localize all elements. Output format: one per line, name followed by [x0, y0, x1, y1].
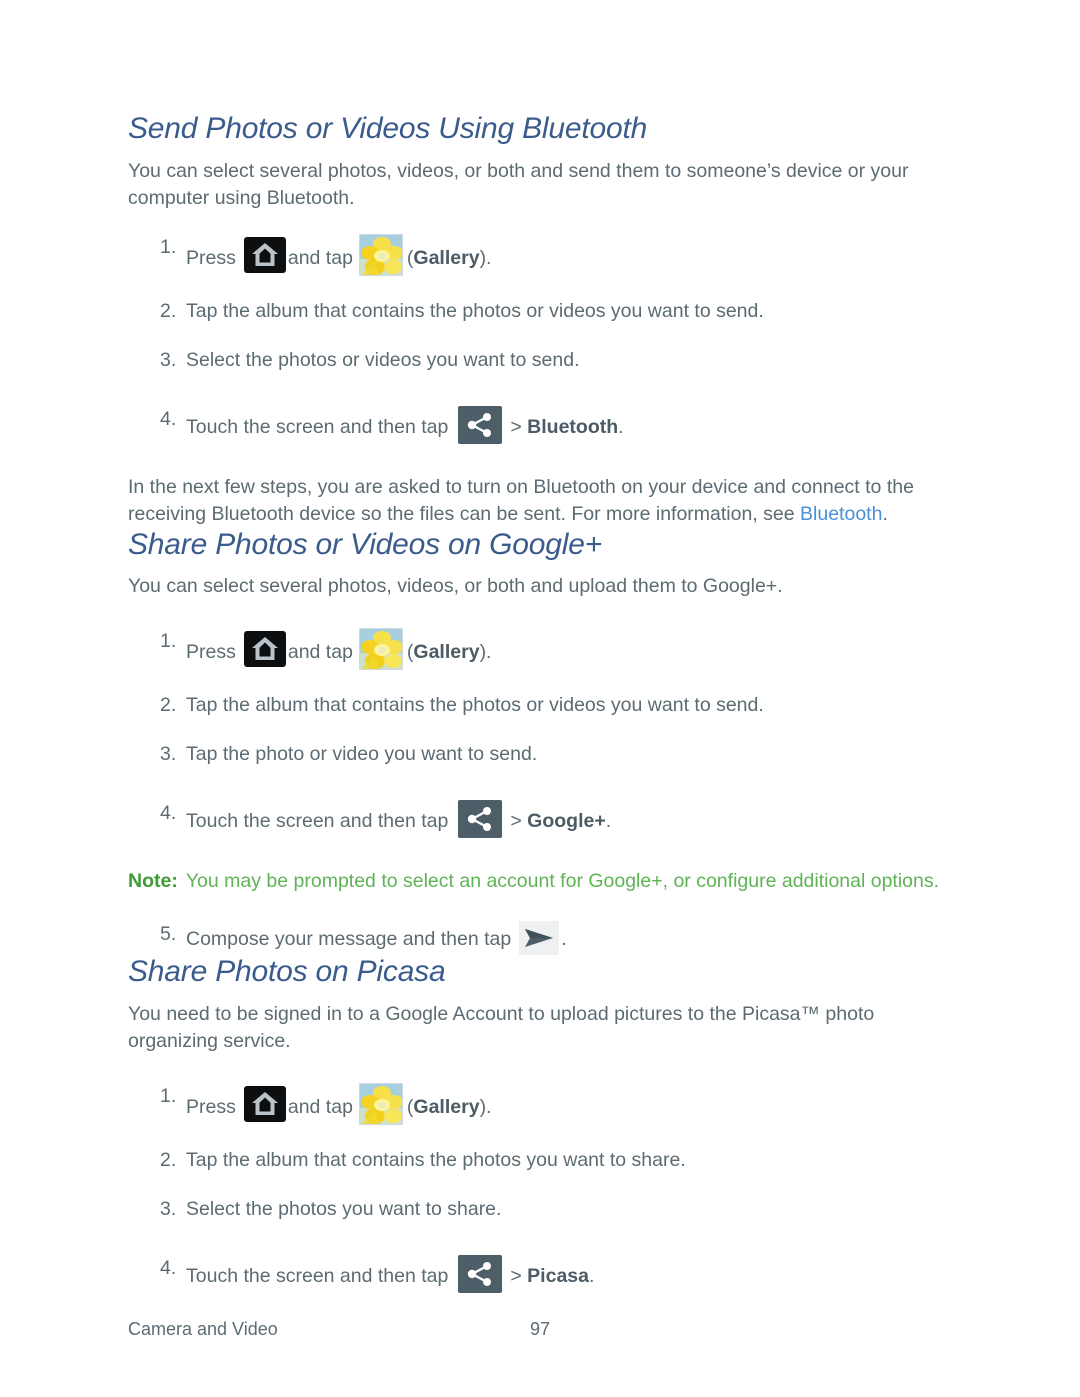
share-icon[interactable] — [458, 800, 503, 839]
list-item: 1. Press and tap (Gallery). — [128, 233, 952, 276]
step-text: Tap the album that contains the photos y… — [186, 1148, 686, 1171]
step-text: Tap the album that contains the photos o… — [186, 299, 764, 322]
step-text-post: . — [561, 928, 567, 951]
step-text: Touch the screen and then tap > Picasa. — [186, 1254, 595, 1293]
step-text-post: > Google+. — [510, 810, 612, 833]
section-after-text-bluetooth: In the next few steps, you are asked to … — [128, 474, 918, 528]
step-text: Select the photos you want to share. — [186, 1197, 502, 1220]
step-text-post: (Gallery). — [406, 641, 492, 664]
step-number: 2. — [160, 694, 177, 717]
step-number: 4. — [160, 802, 177, 825]
step-text-post: > Picasa. — [510, 1264, 595, 1287]
step-text-pre: Touch the screen and then tap — [186, 810, 449, 833]
section-intro-bluetooth: You can select several photos, videos, o… — [128, 159, 909, 209]
step-text-pre: Touch the screen and then tap — [186, 1264, 449, 1287]
step-number: 5. — [160, 923, 177, 946]
step-text: Press and tap (Gallery). — [186, 233, 492, 276]
note-label: Note: — [128, 870, 178, 893]
document-page: Send Photos or Videos Using Bluetooth Yo… — [0, 0, 1080, 1397]
note-text: You may be prompted to select an account… — [185, 870, 940, 893]
list-item: 1. Press and tap (Gallery). — [128, 628, 952, 671]
list-item: 4. Touch the screen and then tap > Bluet… — [128, 405, 952, 444]
step-number: 1. — [160, 235, 177, 258]
gallery-app-icon[interactable] — [358, 628, 403, 671]
footer-page-number: 97 — [529, 1319, 551, 1339]
steps-list-googleplus-continued: 5. Compose your message and then tap . — [128, 921, 952, 956]
step-text-pre: Press — [186, 246, 236, 269]
step-text-pre: Compose your message and then tap — [186, 928, 512, 951]
list-item: 3. Select the photos or videos you want … — [128, 347, 952, 374]
home-key-icon[interactable] — [243, 236, 286, 273]
step-text: Tap the photo or video you want to send. — [186, 743, 538, 766]
list-item: 2. Tap the album that contains the photo… — [128, 1147, 952, 1174]
section-intro-picasa: You need to be signed in to a Google Acc… — [128, 1002, 875, 1052]
section-heading-picasa: Share Photos on Picasa — [128, 955, 446, 989]
step-number: 1. — [160, 630, 177, 653]
share-icon[interactable] — [458, 405, 503, 444]
step-text-mid: and tap — [287, 641, 353, 664]
list-item: 3. Select the photos you want to share. — [128, 1196, 952, 1223]
step-text-mid: and tap — [287, 1095, 353, 1118]
after-text-part1: In the next few steps, you are asked to … — [128, 475, 914, 525]
after-text-part2: . — [882, 502, 888, 525]
step-number: 2. — [160, 1148, 177, 1171]
steps-list-bluetooth: 1. Press and tap (Gallery). 2. Tap the a… — [128, 233, 952, 444]
step-number: 3. — [160, 348, 177, 371]
step-number: 3. — [160, 743, 177, 766]
steps-list-picasa: 1. Press and tap (Gallery). 2. Tap the a… — [128, 1082, 952, 1293]
note-googleplus: Note: You may be prompted to select an ac… — [128, 868, 952, 895]
step-text-post: (Gallery). — [406, 246, 492, 269]
list-item: 5. Compose your message and then tap . — [128, 921, 952, 956]
step-text-post: (Gallery). — [406, 1095, 492, 1118]
step-number: 2. — [160, 299, 177, 322]
bluetooth-cross-reference-link[interactable]: Bluetooth — [800, 503, 882, 525]
step-text: Touch the screen and then tap > Bluetoot… — [186, 405, 624, 444]
steps-list-googleplus: 1. Press and tap (Gallery). 2. Tap the a… — [128, 628, 952, 839]
section-heading-googleplus: Share Photos or Videos on Google+ — [128, 527, 603, 561]
share-icon[interactable] — [458, 1254, 503, 1293]
step-text: Tap the album that contains the photos o… — [186, 694, 764, 717]
list-item: 1. Press and tap (Gallery). — [128, 1082, 952, 1125]
list-item: 2. Tap the album that contains the photo… — [128, 298, 952, 325]
home-key-icon[interactable] — [243, 631, 286, 668]
step-text: Press and tap (Gallery). — [186, 628, 492, 671]
step-text-post: > Bluetooth. — [510, 415, 624, 438]
step-number: 1. — [160, 1084, 177, 1107]
step-text: Select the photos or videos you want to … — [186, 348, 580, 371]
section-heading-bluetooth: Send Photos or Videos Using Bluetooth — [128, 112, 648, 145]
send-icon[interactable] — [519, 921, 560, 956]
list-item: 3. Tap the photo or video you want to se… — [128, 741, 952, 768]
step-text: Press and tap (Gallery). — [186, 1082, 492, 1125]
section-intro-googleplus: You can select several photos, videos, o… — [128, 575, 783, 598]
list-item: 4. Touch the screen and then tap > Picas… — [128, 1254, 952, 1293]
step-text-bold: Google+ — [527, 810, 606, 833]
list-item: 4. Touch the screen and then tap > Googl… — [128, 800, 952, 839]
step-text-pre: Press — [186, 1095, 236, 1118]
step-number: 4. — [160, 1256, 177, 1279]
list-item: 2. Tap the album that contains the photo… — [128, 692, 952, 719]
step-text-bold: Bluetooth — [527, 415, 619, 438]
step-text-pre: Touch the screen and then tap — [186, 415, 449, 438]
step-text-bold: Gallery — [413, 1095, 480, 1118]
step-number: 4. — [160, 407, 177, 430]
home-key-icon[interactable] — [243, 1085, 286, 1122]
step-text-bold: Picasa — [527, 1264, 589, 1287]
gallery-app-icon[interactable] — [358, 1082, 403, 1125]
step-text-mid: and tap — [287, 246, 353, 269]
step-number: 3. — [160, 1197, 177, 1220]
step-text-bold: Gallery — [413, 246, 480, 269]
step-text: Touch the screen and then tap > Google+. — [186, 800, 612, 839]
step-text: Compose your message and then tap . — [186, 921, 567, 956]
step-text-pre: Press — [186, 641, 236, 664]
step-text-bold: Gallery — [413, 641, 480, 664]
gallery-app-icon[interactable] — [358, 233, 403, 276]
